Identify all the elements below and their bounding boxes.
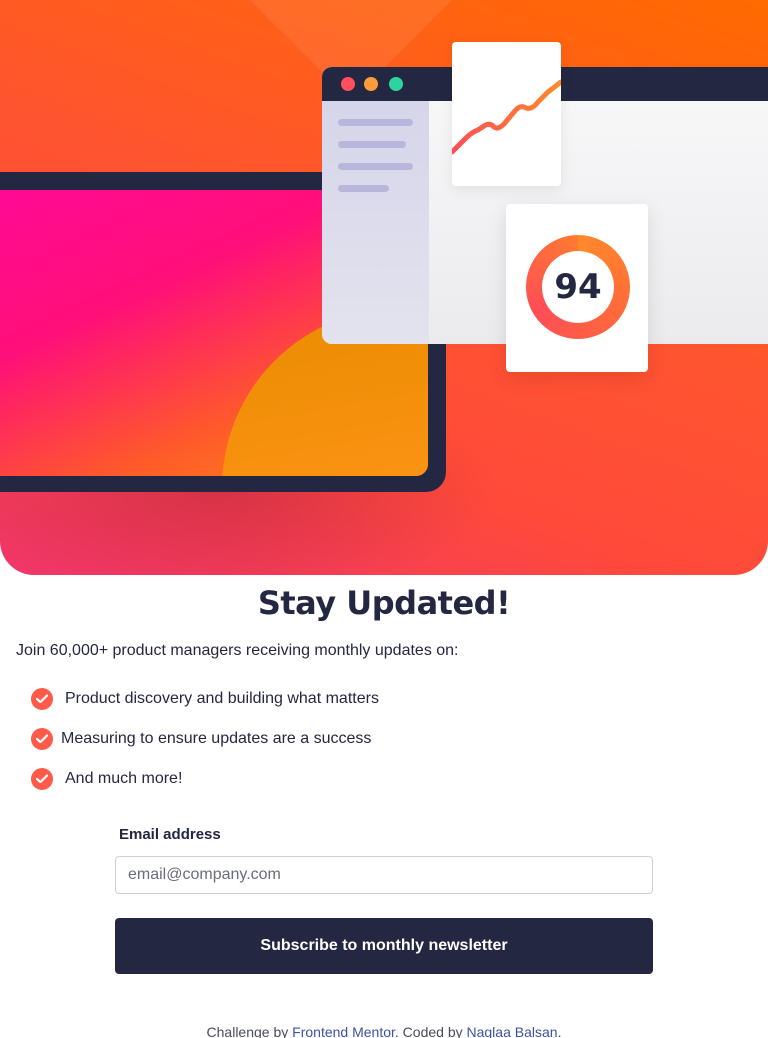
feature-item: Product discovery and building what matt… [0,686,600,712]
email-label: Email address [119,826,221,843]
author-link[interactable]: Naglaa Balsan [467,1024,558,1038]
attribution-prefix: Challenge by [206,1024,293,1038]
check-icon [31,768,53,790]
feature-item: Measuring to ensure updates are a succes… [0,726,600,752]
attribution-suffix: . [557,1024,562,1038]
check-icon [31,688,53,710]
attribution: Challenge by Frontend Mentor. Coded by N… [0,1022,768,1038]
page-title: Stay Updated! [257,584,511,622]
sidebar-line [338,185,389,192]
sidebar-line [338,141,406,148]
sidebar-line [338,119,413,126]
trend-line-icon [452,79,561,155]
feature-label: And much more! [65,770,183,787]
browser-sidebar [322,101,429,344]
hero-illustration: 94 [0,0,768,575]
frontend-mentor-link[interactable]: Frontend Mentor [292,1024,395,1038]
score-card: 94 [506,204,648,372]
window-maximize-dot [389,77,403,91]
sidebar-line [338,163,413,170]
window-close-dot [341,77,355,91]
trend-chart-card [452,42,561,186]
score-value: 94 [554,267,602,307]
subscribe-button[interactable]: Subscribe to monthly newsletter [115,918,653,974]
email-field[interactable] [115,856,653,894]
feature-item: And much more! [0,766,600,792]
intro-text: Join 60,000+ product managers receiving … [16,642,459,659]
attribution-middle: . Coded by [394,1024,467,1038]
newsletter-page: 94 Stay Updated! Join 60,000+ product ma… [0,0,768,1038]
feature-label: Product discovery and building what matt… [65,690,379,707]
check-icon [31,728,53,750]
feature-label: Measuring to ensure updates are a succes… [61,730,372,747]
window-minimize-dot [364,77,378,91]
